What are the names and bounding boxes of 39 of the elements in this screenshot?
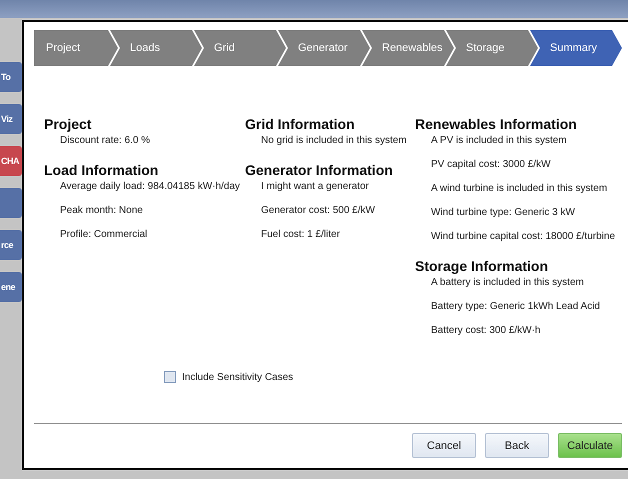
info-text: PV capital cost: 3000 £/kW — [430, 158, 552, 172]
step-tab[interactable]: Renewables — [362, 30, 454, 66]
section-heading: Project — [44, 116, 92, 132]
section-heading: Grid Information — [245, 116, 356, 132]
step-tab[interactable]: Summary — [530, 30, 622, 66]
step-tab[interactable]: Project — [34, 30, 118, 66]
info-text: Average daily load: 984.04185 kW·h/day — [59, 180, 241, 194]
side-button[interactable]: To — [0, 62, 22, 92]
checkbox[interactable] — [164, 371, 176, 383]
info-text: Battery cost: 300 £/kW·h — [430, 324, 542, 338]
info-text: Generator cost: 500 £/kW — [260, 204, 376, 218]
section-heading: Load Information — [44, 162, 160, 178]
info-text: Profile: Commercial — [59, 228, 148, 242]
info-text: A PV is included in this system — [430, 134, 568, 148]
side-button[interactable]: CHA — [0, 146, 22, 176]
dialog-button[interactable]: Back — [485, 433, 549, 458]
step-tab[interactable]: Loads — [110, 30, 202, 66]
info-text: Wind turbine type: Generic 3 kW — [430, 206, 576, 220]
side-button[interactable]: Viz — [0, 104, 22, 134]
step-tab[interactable]: Generator — [278, 30, 370, 66]
dialog-button[interactable]: Cancel — [412, 433, 476, 458]
info-text: Peak month: None — [59, 204, 144, 218]
info-text: Battery type: Generic 1kWh Lead Acid — [430, 300, 601, 314]
calculate-button[interactable]: Calculate — [558, 433, 622, 458]
step-tab[interactable]: Storage — [446, 30, 538, 66]
info-text: I might want a generator — [260, 180, 370, 194]
section-heading: Generator Information — [245, 162, 394, 178]
section-heading: Renewables Information — [415, 116, 578, 132]
checkbox-label: Include Sensitivity Cases — [182, 372, 294, 382]
info-text: Wind turbine capital cost: 18000 £/turbine — [430, 230, 616, 244]
info-text: A wind turbine is included in this system — [430, 182, 608, 196]
side-button[interactable]: rce — [0, 230, 22, 260]
side-button[interactable]: ene — [0, 272, 22, 302]
step-tab[interactable]: Grid — [194, 30, 286, 66]
info-text: No grid is included in this system — [260, 134, 408, 148]
info-text: A battery is included in this system — [430, 276, 585, 290]
info-text: Fuel cost: 1 £/liter — [260, 228, 341, 242]
section-heading: Storage Information — [415, 258, 550, 274]
info-text: Discount rate: 6.0 % — [59, 134, 152, 148]
